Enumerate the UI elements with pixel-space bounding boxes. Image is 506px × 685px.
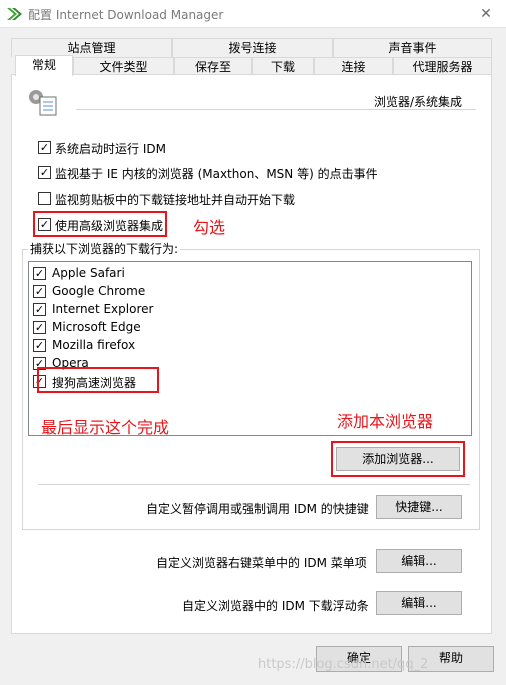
option-label: 系统启动时运行 IDM [55, 142, 166, 156]
tab-general[interactable]: 常规 [15, 55, 73, 76]
float-bar-label: 自定义浏览器中的 IDM 下载浮动条 [182, 599, 369, 613]
annotation-box-sogou [37, 367, 159, 393]
browser-label: Google Chrome [52, 284, 146, 298]
hotkey-button[interactable]: 快捷键... [376, 495, 462, 519]
browser-label: Internet Explorer [52, 302, 154, 316]
checkbox-edge[interactable]: ✓ [33, 321, 46, 334]
checkbox-ie[interactable]: ✓ [33, 303, 46, 316]
tab-dialup[interactable]: 拨号连接 [172, 38, 333, 57]
close-button[interactable]: ✕ [466, 0, 506, 28]
window-title: 配置 Internet Download Manager [28, 8, 224, 22]
group-border-left [22, 249, 23, 529]
title-bar: 配置 Internet Download Manager ✕ [0, 0, 506, 28]
edit-float-bar-button[interactable]: 编辑... [376, 591, 462, 615]
edit-context-menu-button[interactable]: 编辑... [376, 549, 462, 573]
checkbox-chrome[interactable]: ✓ [33, 285, 46, 298]
checkbox-monitor-clipboard[interactable] [38, 192, 51, 205]
tab-sound-events[interactable]: 声音事件 [333, 38, 492, 57]
section-heading: 浏览器/系统集成 [374, 95, 463, 109]
browser-integration-icon [29, 90, 57, 116]
browser-label: Apple Safari [52, 266, 125, 280]
annotation-done-note: 最后显示这个完成 [41, 418, 170, 437]
annotation-add-note: 添加本浏览器 [337, 412, 434, 431]
checkbox-monitor-ie[interactable]: ✓ [38, 166, 51, 179]
checkbox-firefox[interactable]: ✓ [33, 339, 46, 352]
checkbox-safari[interactable]: ✓ [33, 267, 46, 280]
annotation-box-advanced-integration [33, 211, 167, 237]
general-settings-panel: 浏览器/系统集成 ✓ 系统启动时运行 IDM ✓ 监视基于 IE 内核的浏览器 … [11, 74, 492, 634]
context-menu-label: 自定义浏览器右键菜单中的 IDM 菜单项 [156, 556, 367, 570]
group-divider [38, 484, 470, 485]
browser-label: Microsoft Edge [52, 320, 141, 334]
idm-logo-icon [7, 8, 22, 20]
checkbox-run-on-startup[interactable]: ✓ [38, 141, 51, 154]
option-label: 监视剪贴板中的下载链接地址并自动开始下载 [55, 193, 296, 207]
capture-group-label: 捕获以下浏览器的下载行为: [28, 240, 181, 257]
option-label: 监视基于 IE 内核的浏览器 (Maxthon、MSN 等) 的点击事件 [55, 167, 378, 181]
annotation-box-add-browser [331, 441, 465, 477]
browser-label: Mozilla firefox [52, 338, 136, 352]
group-border-bottom [22, 529, 480, 530]
hotkey-label: 自定义暂停调用或强制调用 IDM 的快捷键 [146, 502, 369, 516]
watermark: https://blog.csdn.net/qq_2 [258, 657, 429, 672]
group-border-right [479, 249, 480, 529]
annotation-check-note: 勾选 [193, 218, 226, 237]
